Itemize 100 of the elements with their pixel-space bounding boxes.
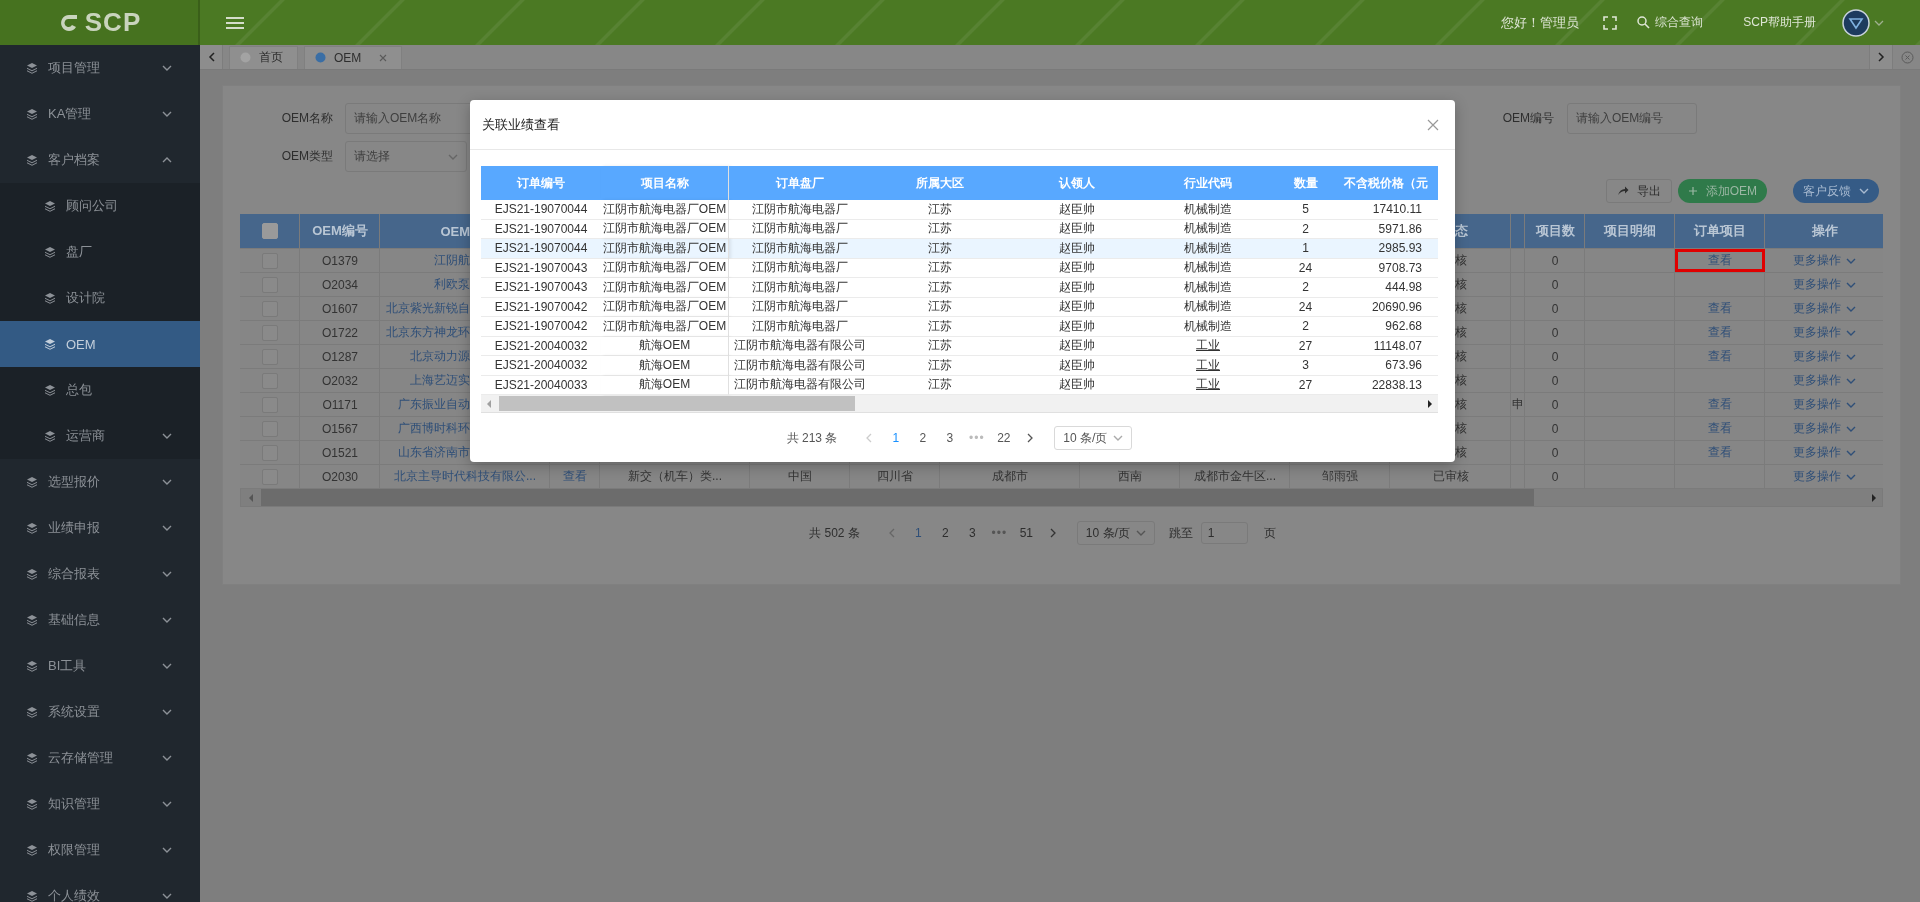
table-cell: 1 (1273, 239, 1338, 259)
view-link[interactable]: 查看 (1696, 443, 1744, 462)
view-link[interactable]: 查看 (1696, 323, 1744, 342)
sidebar-item[interactable]: 综合报表 (0, 551, 200, 597)
type-select[interactable]: 请选择 (345, 141, 467, 172)
view-link[interactable]: 查看 (1696, 347, 1744, 366)
table-cell: O1567 (322, 421, 358, 436)
table-cell: 0 (1551, 421, 1559, 436)
table-cell: 四川省 (877, 468, 913, 485)
more-actions-dropdown[interactable]: 更多操作 (1793, 324, 1856, 341)
table-cell: 江苏 (870, 278, 1010, 298)
sidebar-item[interactable]: 设计院 (0, 275, 200, 321)
page-input[interactable]: 1 (1200, 522, 1248, 544)
more-actions-dropdown[interactable]: 更多操作 (1793, 444, 1856, 461)
sidebar-item[interactable]: 盘厂 (0, 229, 200, 275)
table-cell: 江阴市航海电器有限公司 (729, 375, 870, 395)
table-cell: 江阴市航海电器厂OEM (601, 278, 729, 298)
table-cell: 赵臣帅 (1010, 200, 1143, 220)
table-cell: 邹雨强 (1322, 468, 1358, 485)
search-link[interactable]: 综合查询 (1637, 14, 1704, 31)
sidebar-item[interactable]: 选型报价 (0, 459, 200, 505)
company-name: 利欧泵 (434, 276, 470, 293)
table-cell: 赵臣帅 (1010, 258, 1143, 278)
view-link[interactable]: 查看 (1696, 299, 1744, 318)
sidebar-item[interactable]: 客户档案 (0, 137, 200, 183)
table-cell: 0 (1551, 445, 1559, 460)
company-name: 山东省济南市 (398, 444, 470, 461)
table-cell: 江苏 (870, 356, 1010, 376)
more-actions-dropdown[interactable]: 更多操作 (1793, 276, 1856, 293)
more-actions-dropdown[interactable]: 更多操作 (1793, 468, 1856, 485)
table-cell: 航海OEM (601, 375, 729, 395)
table-cell: 0 (1551, 277, 1559, 292)
table-cell: 赵臣帅 (1010, 278, 1143, 298)
page-size-select[interactable]: 10 条/页 (1054, 426, 1133, 450)
sidebar-item[interactable]: 权限管理 (0, 827, 200, 873)
page-button[interactable]: 51 (1012, 526, 1040, 540)
table-cell: 机械制造 (1143, 297, 1273, 317)
table-cell: O1287 (322, 349, 358, 364)
page-button[interactable]: 2 (909, 431, 937, 445)
table-cell: 赵臣帅 (1010, 219, 1143, 239)
tab[interactable]: 首页 (229, 45, 298, 69)
sidebar-item[interactable]: KA管理 (0, 91, 200, 137)
jump-label: 跳至 (1168, 524, 1193, 542)
sidebar-item[interactable]: 云存储管理 (0, 735, 200, 781)
sidebar-item[interactable]: 系统设置 (0, 689, 200, 735)
more-actions-dropdown[interactable]: 更多操作 (1793, 300, 1856, 317)
sidebar-item[interactable]: 项目管理 (0, 45, 200, 91)
view-link[interactable]: 查看 (1696, 251, 1744, 270)
table-cell: 江苏 (870, 239, 1010, 259)
sidebar-item[interactable]: 基础信息 (0, 597, 200, 643)
more-actions-dropdown[interactable]: 更多操作 (1793, 420, 1856, 437)
page-label: 页 (1263, 524, 1276, 542)
sidebar-item[interactable]: OEM (0, 321, 200, 367)
sidebar-item[interactable]: BI工具 (0, 643, 200, 689)
industry-link[interactable]: 工业 (1143, 336, 1273, 356)
page-button[interactable]: 3 (958, 526, 986, 540)
sidebar-item[interactable]: 运营商 (0, 413, 200, 459)
table-cell: 航海OEM (601, 336, 729, 356)
page-button[interactable]: 2 (931, 526, 959, 540)
page-button[interactable]: 22 (990, 431, 1018, 445)
page-button[interactable]: 1 (904, 526, 932, 540)
input-field[interactable]: 请输入OEM编号 (1567, 103, 1697, 134)
column-header: 态 (1455, 222, 1468, 240)
page-button[interactable]: 3 (936, 431, 964, 445)
table-cell: 2985.93 (1338, 239, 1438, 259)
sidebar-item[interactable]: 总包 (0, 367, 200, 413)
industry-link[interactable]: 工业 (1143, 356, 1273, 376)
table-cell: 赵臣帅 (1010, 356, 1143, 376)
table-cell: 赵臣帅 (1010, 239, 1143, 259)
page-button[interactable]: 1 (882, 431, 910, 445)
more-actions-dropdown[interactable]: 更多操作 (1793, 396, 1856, 413)
add-button[interactable]: 添加OEM (1677, 179, 1767, 203)
table-cell: 新交（机车）类... (628, 468, 722, 485)
more-actions-dropdown[interactable]: 更多操作 (1793, 348, 1856, 365)
table-cell: 0 (1551, 253, 1559, 268)
view-link[interactable]: 查看 (1696, 395, 1744, 414)
sidebar-item[interactable]: 顾问公司 (0, 183, 200, 229)
tab[interactable]: OEM (304, 45, 403, 69)
more-pages-button[interactable]: ••• (985, 526, 1013, 540)
table-cell: 机械制造 (1143, 258, 1273, 278)
more-actions-dropdown[interactable]: 更多操作 (1793, 372, 1856, 389)
sidebar-item[interactable]: 业绩申报 (0, 505, 200, 551)
column-header: 项目名称 (601, 166, 729, 200)
more-actions-dropdown[interactable]: 更多操作 (1793, 252, 1856, 269)
view-link[interactable]: 查看 (1696, 419, 1744, 438)
table-cell: 机械制造 (1143, 200, 1273, 220)
sidebar-item[interactable]: 知识管理 (0, 781, 200, 827)
table-cell: 0 (1551, 301, 1559, 316)
page-size-select[interactable]: 10 条/页 (1076, 521, 1155, 545)
sidebar-item[interactable]: 个人绩效 (0, 873, 200, 902)
column-header: 数量 (1273, 166, 1338, 200)
view-link[interactable]: 查看 (551, 467, 599, 486)
feedback-dropdown[interactable]: 客户反馈 (1793, 179, 1879, 203)
export-button[interactable]: 导出 (1605, 179, 1672, 203)
table-cell: 中国 (788, 468, 812, 485)
help-link[interactable]: SCP帮助手册 (1743, 14, 1816, 31)
company-name: 北京紫光新锐自 (386, 300, 470, 317)
industry-link[interactable]: 工业 (1143, 375, 1273, 395)
table-cell: 0 (1551, 325, 1559, 340)
table-cell: 江苏 (870, 317, 1010, 337)
